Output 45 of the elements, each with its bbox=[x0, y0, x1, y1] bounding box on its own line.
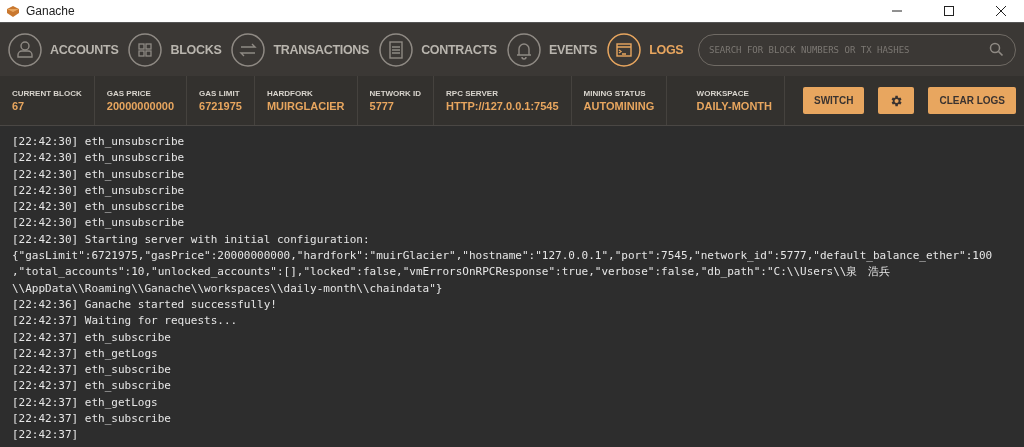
stat-label: GAS PRICE bbox=[106, 89, 152, 98]
nav-tab[interactable]: ACCOUNTS bbox=[8, 32, 119, 67]
log-line: [22:42:37] eth_subscribe bbox=[12, 378, 171, 395]
stat-label: CURRENT BLOCK bbox=[12, 89, 82, 98]
log-line: {"gasLimit":6721975,"gasPrice":20000000000,"hardfork":"muirGlacier","hostname":"127.0.0.1","port":7545,"network_id":5777,"default_balance_ether":100 bbox=[12, 248, 993, 265]
stat-label: NETWORK ID bbox=[369, 89, 422, 98]
log-line: [22:42:37] eth_getLogs bbox=[12, 394, 158, 411]
log-line: [22:42:37] eth_getLogs bbox=[12, 345, 158, 362]
stat-value: DAILY-MONTH bbox=[696, 100, 772, 112]
log-line: [22:42:30] eth_unsubscribe bbox=[12, 199, 185, 216]
stat-label: RPC SERVER bbox=[446, 89, 499, 98]
stat-label: WORKSPACE bbox=[696, 89, 750, 98]
stat-value: MUIRGLACIER bbox=[266, 100, 345, 112]
stat-label: HARDFORK bbox=[266, 89, 314, 98]
log-line: [22:42:30] eth_unsubscribe bbox=[12, 150, 185, 167]
log-line: [22:42:37] Waiting for requests... bbox=[12, 313, 238, 330]
nav-tab[interactable]: LOGS bbox=[607, 32, 684, 67]
window-title: Ganache bbox=[26, 4, 76, 18]
stat-value: 5777 bbox=[369, 100, 395, 112]
log-line: [22:42:37] eth_subscribe bbox=[12, 329, 171, 346]
log-line: [22:42:36] Ganache started successfully! bbox=[12, 296, 277, 313]
stat-value: AUTOMINING bbox=[583, 100, 655, 112]
log-line: ,"total_accounts":10,"unlocked_accounts":[],"locked":false,"vmErrorsOnRPCResponse":true,"verbose":false,"db_path":"C:\\Users\\泉 浩兵 bbox=[12, 264, 891, 281]
stat-value: 6721975 bbox=[199, 100, 242, 112]
stat-label: GAS LIMIT bbox=[199, 89, 241, 98]
log-line: [22:42:30] Starting server with initial configuration: bbox=[12, 231, 370, 248]
clear-logs-button[interactable]: CLEAR LOGS bbox=[928, 87, 1016, 114]
stat-label: MINING STATUS bbox=[583, 89, 647, 98]
log-line: [22:42:30] eth_unsubscribe bbox=[12, 215, 185, 232]
log-line: [22:42:30] eth_unsubscribe bbox=[12, 166, 185, 183]
log-line: \\AppData\\Roaming\\Ganache\\workspaces\\daily-month\\chaindata"} bbox=[12, 280, 443, 297]
nav-tab[interactable]: EVENTS bbox=[506, 32, 598, 67]
stat-value: 20000000000 bbox=[106, 100, 175, 112]
log-line: [22:42:37] bbox=[12, 427, 79, 444]
log-line: [22:42:30] eth_unsubscribe bbox=[12, 134, 185, 150]
log-line: [22:42:37] eth_subscribe bbox=[12, 411, 171, 428]
log-line: [22:42:37] eth_subscribe bbox=[12, 362, 171, 379]
search-field[interactable]: SEARCH FOR BLOCK NUMBERS OR TX HASHES bbox=[698, 33, 1016, 66]
switch-button[interactable]: SWITCH bbox=[803, 87, 865, 114]
stat-value: HTTP://127.0.0.1:7545 bbox=[446, 100, 559, 112]
nav-tab[interactable]: TRANSACTIONS bbox=[231, 32, 370, 67]
nav-tab[interactable]: BLOCKS bbox=[128, 32, 222, 67]
nav-tab[interactable]: CONTRACTS bbox=[379, 32, 497, 67]
stat-value: 67 bbox=[12, 100, 26, 112]
log-line: [22:42:30] eth_unsubscribe bbox=[12, 182, 185, 199]
